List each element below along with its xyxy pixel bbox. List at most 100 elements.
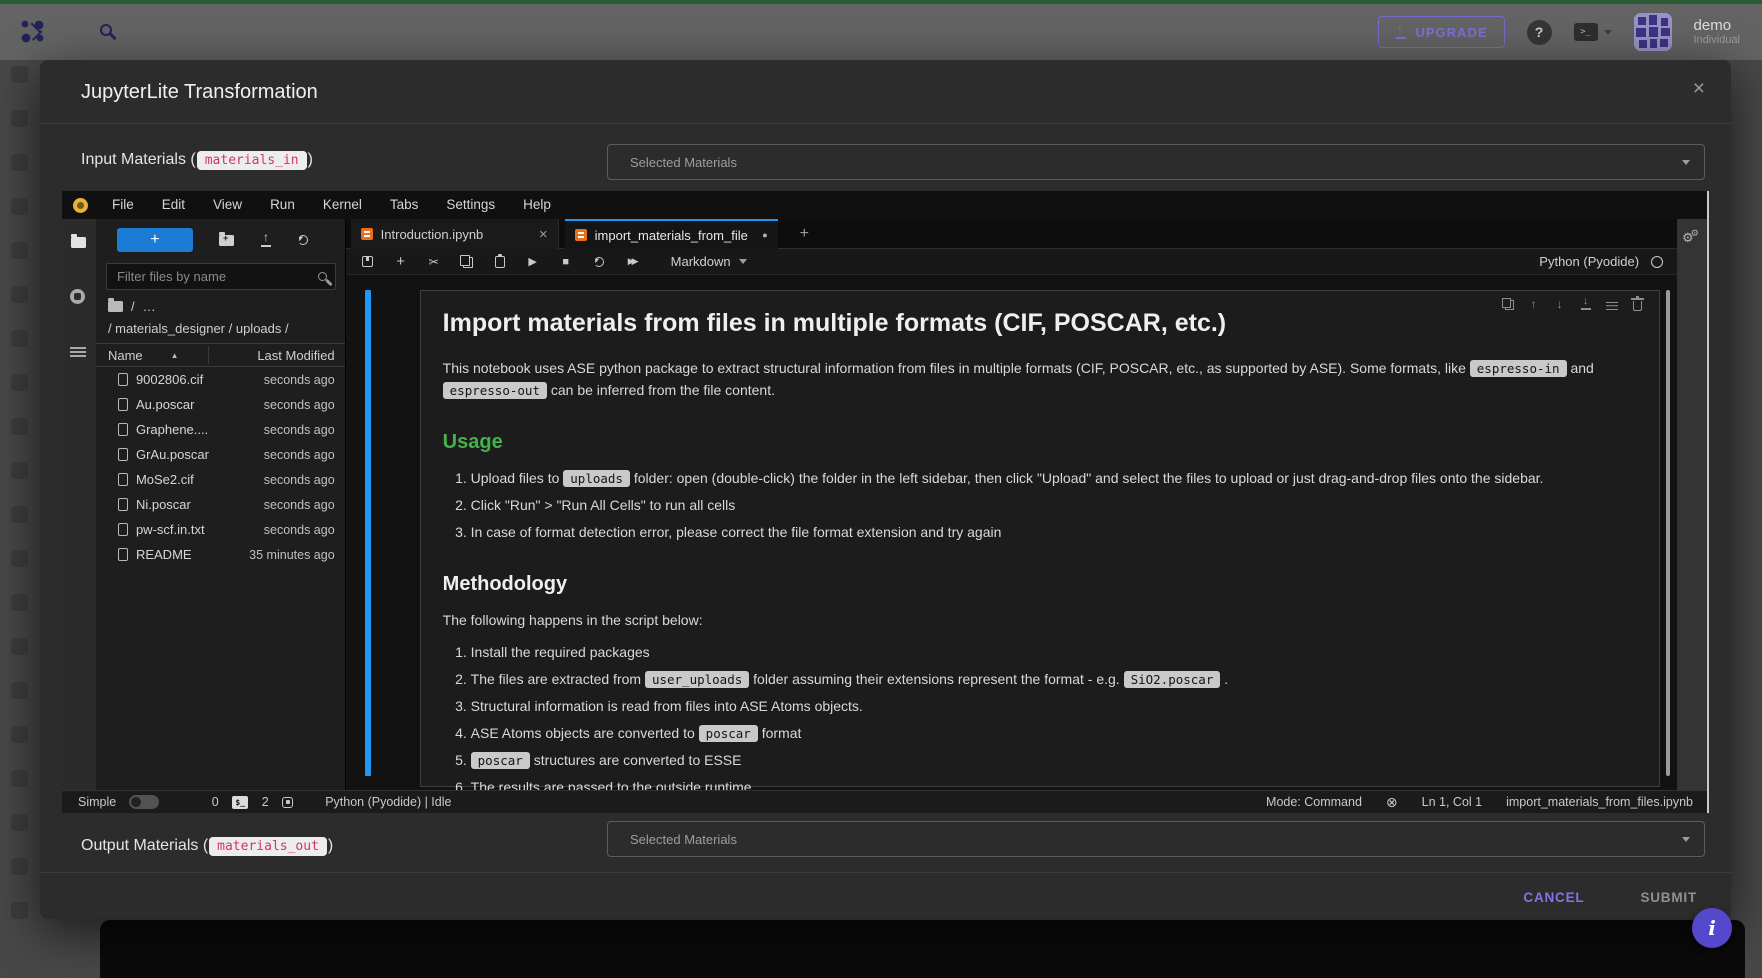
simple-mode-toggle[interactable]	[129, 795, 159, 809]
upgrade-button[interactable]: UPGRADE	[1378, 16, 1505, 48]
menu-item[interactable]: File	[98, 191, 148, 219]
output-selected-materials-dropdown[interactable]: Selected Materials	[607, 821, 1705, 857]
move-cell-down-icon[interactable]	[1553, 297, 1567, 311]
selected-cell-indicator	[365, 290, 371, 776]
delete-cell-icon[interactable]	[1633, 301, 1642, 311]
save-button[interactable]	[362, 256, 373, 267]
file-modified: seconds ago	[264, 423, 335, 437]
terminal-icon: >_	[1574, 23, 1598, 41]
input-materials-label: Input Materials ( materials_in )	[81, 144, 313, 176]
kernel-name[interactable]: Python (Pyodide)	[1539, 254, 1639, 269]
menu-item[interactable]: Run	[256, 191, 309, 219]
property-inspector-gears-icon[interactable]	[1682, 231, 1702, 244]
insert-cell-below-icon[interactable]	[1606, 302, 1618, 310]
menu-item[interactable]: Settings	[432, 191, 509, 219]
background-sidebar-icon	[11, 814, 28, 831]
user-info[interactable]: demo Individual	[1694, 17, 1740, 47]
file-row[interactable]: pw-scf.in.txt seconds ago	[96, 517, 345, 542]
file-row[interactable]: GrAu.poscar seconds ago	[96, 442, 345, 467]
menu-item[interactable]: Kernel	[309, 191, 376, 219]
file-row[interactable]: README 35 minutes ago	[96, 542, 345, 567]
new-folder-button[interactable]	[219, 235, 234, 246]
duplicate-cell-icon[interactable]	[1502, 298, 1514, 310]
file-row[interactable]: Au.poscar seconds ago	[96, 392, 345, 417]
copy-cell-button[interactable]	[460, 255, 473, 268]
menu-item[interactable]: Tabs	[376, 191, 433, 219]
file-modified: seconds ago	[264, 448, 335, 462]
menu-item[interactable]: View	[199, 191, 256, 219]
move-cell-up-icon[interactable]	[1527, 297, 1541, 311]
column-divider	[208, 346, 209, 364]
dialog-footer: CANCEL SUBMIT	[1517, 880, 1703, 914]
input-materials-label-suffix: )	[308, 151, 313, 169]
background-sidebar-icon	[11, 858, 28, 875]
breadcrumb-ellipsis[interactable]: …	[143, 299, 156, 314]
column-header-modified[interactable]: Last Modified	[257, 348, 334, 363]
background-sidebar-icon	[11, 242, 28, 259]
markdown-cell[interactable]: Import materials from files in multiple …	[420, 290, 1660, 787]
file-name: pw-scf.in.txt	[136, 522, 205, 537]
insert-cell-above-icon[interactable]	[1580, 298, 1592, 310]
mode-indicator: Mode: Command	[1266, 795, 1362, 809]
cell-type-dropdown[interactable]: Markdown	[671, 254, 747, 269]
notebook-workarea: Introduction.ipynb import_materials_from…	[346, 219, 1677, 790]
file-name: Ni.poscar	[136, 497, 191, 512]
file-name: 9002806.cif	[136, 372, 203, 387]
info-fab-button[interactable]: i	[1692, 908, 1732, 948]
cancel-button[interactable]: CANCEL	[1517, 889, 1590, 906]
breadcrumb-home-icon[interactable]	[108, 301, 123, 312]
methodology-item: poscar structures are converted to ESSE	[471, 750, 1633, 771]
file-modified: seconds ago	[264, 523, 335, 537]
menu-item[interactable]: Help	[509, 191, 565, 219]
user-avatar[interactable]	[1634, 13, 1672, 51]
file-row[interactable]: 9002806.cif seconds ago	[96, 367, 345, 392]
upload-files-button[interactable]	[260, 234, 272, 247]
file-row[interactable]: Graphene.... seconds ago	[96, 417, 345, 442]
notebook-title: Import materials from files in multiple …	[443, 309, 1633, 338]
column-header-name[interactable]: Name	[108, 348, 143, 363]
table-of-contents-icon[interactable]	[70, 347, 86, 357]
close-icon[interactable]	[1693, 78, 1705, 99]
refresh-file-list-button[interactable]	[298, 235, 308, 245]
file-row[interactable]: Ni.poscar seconds ago	[96, 492, 345, 517]
filter-files-input[interactable]	[106, 263, 336, 290]
file-browser-tab-icon[interactable]	[71, 237, 86, 248]
usage-item: In case of format detection error, pleas…	[471, 522, 1633, 543]
file-row[interactable]: MoSe2.cif seconds ago	[96, 467, 345, 492]
user-name: demo	[1694, 17, 1740, 34]
run-cell-button[interactable]	[525, 255, 541, 268]
add-cell-button[interactable]	[393, 253, 409, 270]
search-icon[interactable]	[100, 23, 112, 41]
breadcrumb-root[interactable]: /	[131, 299, 135, 314]
background-sidebar-icon	[11, 682, 28, 699]
file-modified: seconds ago	[264, 473, 335, 487]
close-tab-icon[interactable]	[539, 227, 548, 242]
kernel-status-text[interactable]: Python (Pyodide) | Idle	[325, 795, 451, 809]
paste-cell-button[interactable]	[495, 256, 505, 268]
console-menu-button[interactable]: >_	[1574, 23, 1612, 41]
file-modified: seconds ago	[264, 498, 335, 512]
tab-import-materials[interactable]: import_materials_from_file	[565, 219, 778, 249]
restart-run-all-button[interactable]	[624, 256, 640, 267]
jupyterlab-frame: FileEditViewRunKernelTabsSettingsHelp	[62, 191, 1709, 813]
menu-item[interactable]: Edit	[148, 191, 199, 219]
brand-logo-icon[interactable]	[18, 17, 48, 47]
stop-kernel-button[interactable]	[558, 256, 574, 268]
background-sidebar-icon	[11, 374, 28, 391]
tab-introduction[interactable]: Introduction.ipynb	[351, 219, 559, 249]
notebook-scrollbar[interactable]	[1666, 290, 1670, 776]
add-tab-button[interactable]	[792, 219, 817, 249]
jupyter-logo-icon	[73, 198, 88, 213]
restart-kernel-button[interactable]	[594, 257, 604, 267]
jupyter-menubar: FileEditViewRunKernelTabsSettingsHelp	[62, 191, 1707, 219]
input-dropdown-placeholder: Selected Materials	[630, 155, 1682, 170]
cut-cell-button[interactable]	[426, 255, 442, 269]
submit-button[interactable]: SUBMIT	[1634, 889, 1703, 906]
input-selected-materials-dropdown[interactable]: Selected Materials	[607, 144, 1705, 180]
breadcrumb-path[interactable]: / materials_designer / uploads /	[108, 321, 289, 336]
filter-files-field[interactable]	[115, 268, 318, 285]
help-icon[interactable]: ?	[1527, 20, 1552, 45]
new-launcher-button[interactable]	[117, 228, 193, 252]
kernel-status-icon[interactable]	[1651, 256, 1663, 268]
running-sessions-icon[interactable]	[70, 289, 85, 304]
